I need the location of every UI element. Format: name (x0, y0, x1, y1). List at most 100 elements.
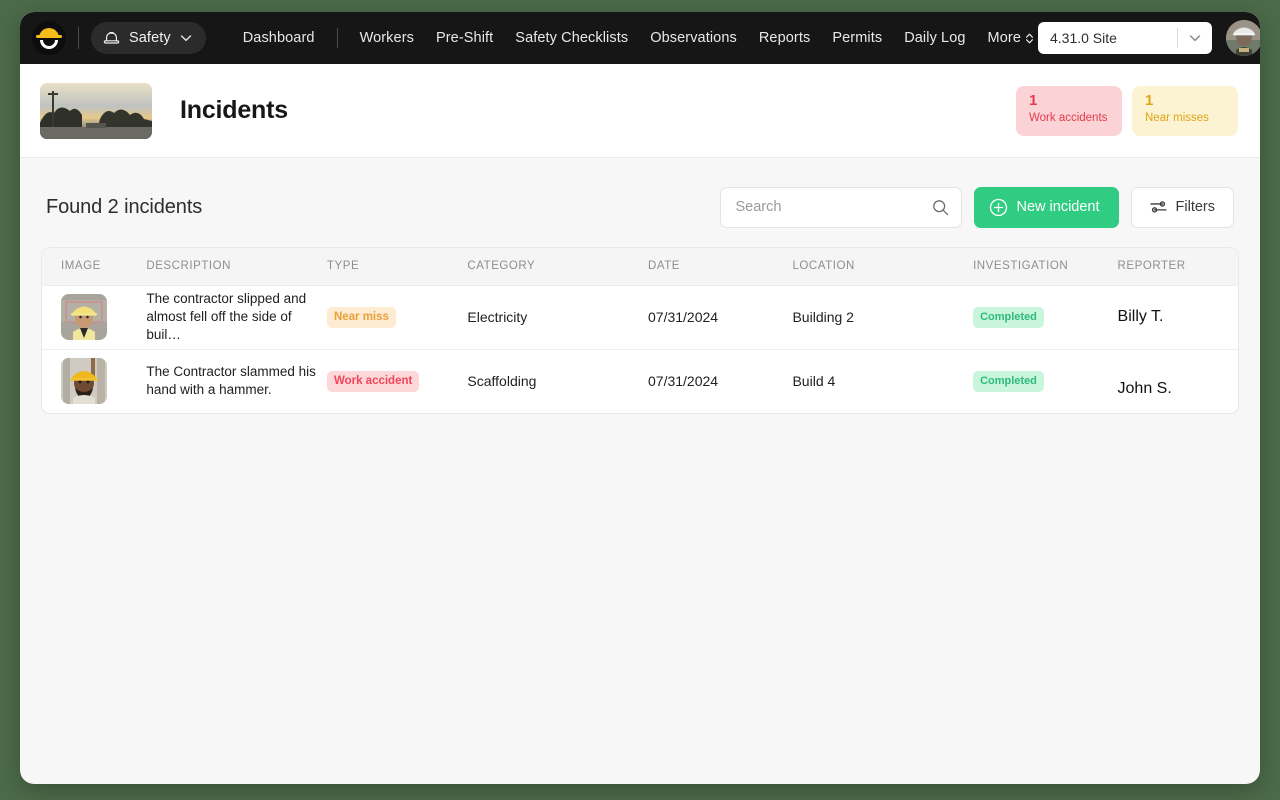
table-body: The contractor slipped and almost fell o… (42, 285, 1238, 413)
incident-date: 07/31/2024 (648, 309, 719, 325)
stat-near-misses-label: Near misses (1145, 111, 1209, 124)
user-avatar[interactable] (1225, 20, 1260, 56)
new-incident-button[interactable]: New incident (973, 186, 1119, 228)
avatar-photo (1225, 20, 1260, 56)
site-selector-arrow-box[interactable] (1178, 34, 1212, 42)
nav-link-workers[interactable]: Workers (349, 30, 425, 46)
incident-type-badge: Near miss (326, 306, 396, 328)
results-count-label: Found 2 incidents (46, 195, 203, 218)
incident-description: The contractor slipped and almost fell o… (146, 291, 307, 342)
page-hero-thumbnail (40, 82, 152, 139)
chevron-down-icon (1189, 35, 1201, 42)
sliders-icon (1149, 201, 1167, 213)
nav-divider (78, 27, 79, 49)
stat-work-accidents-label: Work accidents (1029, 111, 1108, 124)
stat-work-accidents[interactable]: 1 Work accidents (1016, 85, 1122, 136)
stat-work-accidents-count: 1 (1029, 91, 1038, 109)
chevron-down-icon (180, 35, 191, 42)
search-icon (932, 199, 948, 215)
hardhat-icon (103, 31, 120, 44)
nav-link-permits[interactable]: Permits (821, 30, 893, 46)
content-toolbar: Found 2 incidents New incident (20, 158, 1260, 234)
cell-location: Building 2 (792, 285, 974, 350)
incident-category: Electricity (467, 309, 528, 325)
nav-link-daily-log[interactable]: Daily Log (893, 30, 976, 46)
plus-circle-icon (989, 198, 1007, 216)
nav-link-pre-shift[interactable]: Pre-Shift (425, 30, 504, 46)
logo-smile-shape (40, 40, 58, 49)
incident-reporter: Billy T. (1117, 308, 1164, 325)
column-header-category[interactable]: CATEGORY (467, 248, 648, 286)
column-header-image[interactable]: IMAGE (42, 248, 147, 286)
incidents-table: IMAGE DESCRIPTION TYPE CATEGORY DATE LOC… (42, 248, 1238, 413)
cell-reporter: John S. (1118, 349, 1238, 413)
column-header-investigation[interactable]: INVESTIGATION (973, 248, 1118, 286)
stat-near-misses[interactable]: 1 Near misses (1132, 85, 1238, 136)
module-switcher-label: Safety (129, 30, 171, 46)
investigation-status-badge: Completed (973, 370, 1044, 392)
hero-landscape-photo (40, 82, 152, 139)
cell-image (42, 285, 147, 350)
column-header-reporter[interactable]: REPORTER (1117, 248, 1238, 286)
module-switcher-safety[interactable]: Safety (91, 22, 206, 54)
incident-thumbnail[interactable] (61, 358, 107, 405)
incident-type-badge: Work accident (326, 370, 420, 392)
page-header: Incidents 1 Work accidents 1 Near misses (20, 64, 1260, 158)
cell-date: 07/31/2024 (648, 349, 792, 413)
site-selector-value: 4.31.0 Site (1049, 30, 1117, 46)
page-stat-badges: 1 Work accidents 1 Near misses (1016, 85, 1238, 136)
investigation-status-badge: Completed (973, 306, 1044, 328)
table-header-row: IMAGE DESCRIPTION TYPE CATEGORY DATE LOC… (42, 248, 1238, 286)
cell-type: Near miss (326, 285, 468, 350)
incident-location: Building 2 (792, 309, 854, 325)
cell-category: Scaffolding (467, 349, 648, 413)
nav-links-divider (336, 28, 338, 48)
nav-link-safety-checklists[interactable]: Safety Checklists (504, 30, 639, 46)
incident-category: Scaffolding (467, 373, 537, 390)
incident-date: 07/31/2024 (648, 373, 719, 390)
cell-investigation: Completed (973, 285, 1118, 350)
column-header-type[interactable]: TYPE (326, 248, 468, 286)
stat-near-misses-count: 1 (1145, 91, 1154, 109)
page-title: Incidents (180, 96, 288, 124)
incidents-table-container: IMAGE DESCRIPTION TYPE CATEGORY DATE LOC… (41, 247, 1239, 414)
column-header-location[interactable]: LOCATION (792, 248, 974, 286)
toolbar-actions: New incident Filters (719, 186, 1234, 228)
worker-photo (61, 358, 107, 405)
cell-investigation: Completed (973, 349, 1117, 413)
new-incident-button-label: New incident (1016, 199, 1100, 215)
column-header-description[interactable]: DESCRIPTION (146, 248, 327, 286)
top-navigation-bar: Safety Dashboard Workers Pre-Shift Safet… (20, 12, 1260, 64)
nav-link-observations[interactable]: Observations (639, 30, 748, 46)
search-input[interactable] (735, 199, 932, 215)
nav-link-dashboard[interactable]: Dashboard (232, 30, 326, 46)
cell-image (42, 349, 146, 413)
cell-type: Work accident (326, 349, 467, 413)
incident-thumbnail[interactable] (61, 294, 107, 340)
logo-hardhat-shape (36, 28, 62, 38)
cell-description: The Contractor slammed his hand with a h… (146, 349, 327, 413)
primary-nav-links: Dashboard Workers Pre-Shift Safety Check… (232, 28, 1038, 48)
site-selector[interactable]: 4.31.0 Site (1037, 22, 1212, 54)
chevron-up-down-icon (1025, 33, 1033, 43)
cell-category: Electricity (467, 285, 648, 350)
incident-location: Build 4 (792, 373, 836, 390)
incident-description: The Contractor slammed his hand with a h… (146, 364, 316, 398)
cell-reporter: Billy T. (1117, 285, 1238, 350)
column-header-date[interactable]: DATE (648, 248, 793, 286)
hardhat-smile-logo[interactable] (32, 21, 66, 55)
cell-date: 07/31/2024 (648, 285, 793, 350)
table-header: IMAGE DESCRIPTION TYPE CATEGORY DATE LOC… (42, 248, 1238, 286)
cell-location: Build 4 (792, 349, 973, 413)
table-row[interactable]: The contractor slipped and almost fell o… (42, 285, 1238, 350)
worker-photo (61, 294, 107, 340)
filters-button-label: Filters (1175, 199, 1215, 215)
cell-description: The contractor slipped and almost fell o… (146, 285, 327, 350)
nav-link-more[interactable]: More (977, 30, 1038, 46)
filters-button[interactable]: Filters (1130, 186, 1234, 228)
search-box[interactable] (719, 186, 962, 228)
nav-link-reports[interactable]: Reports (748, 30, 821, 46)
table-row[interactable]: The Contractor slammed his hand with a h… (42, 349, 1238, 413)
incident-reporter: John S. (1117, 380, 1172, 398)
nav-link-more-label: More (987, 30, 1021, 46)
